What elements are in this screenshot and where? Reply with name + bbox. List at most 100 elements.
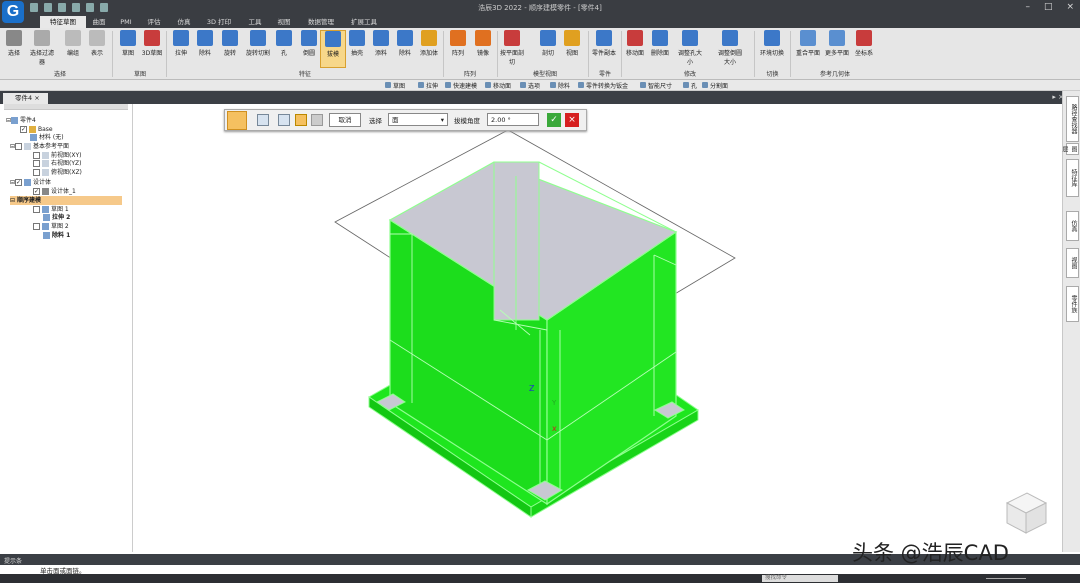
- preview-icon[interactable]: [311, 114, 323, 126]
- draft-angle-input[interactable]: 2.00 °: [487, 113, 539, 126]
- options-icon[interactable]: [257, 114, 269, 126]
- ribbon-button-17[interactable]: 阵列: [445, 30, 471, 57]
- draft-face-icon[interactable]: [295, 114, 307, 126]
- draft-step-icon[interactable]: [227, 111, 247, 130]
- ribbon-button-30[interactable]: 坐标系: [851, 30, 877, 57]
- ribbon-button-16[interactable]: 添加体: [416, 30, 442, 57]
- cmd-extrude[interactable]: 拉伸: [418, 81, 438, 90]
- tab-3d-print[interactable]: 3D 打印: [203, 16, 235, 28]
- tree-item-material[interactable]: 材料 (无): [30, 133, 64, 142]
- ribbon-button-25[interactable]: 调整孔大小: [677, 30, 703, 66]
- app-logo[interactable]: G: [2, 1, 24, 23]
- view-cube[interactable]: [1005, 492, 1048, 534]
- tab-tools[interactable]: 工具: [244, 16, 266, 28]
- plane-yz-checkbox[interactable]: [33, 160, 40, 167]
- tab-data-management[interactable]: 数据管理: [303, 16, 339, 28]
- tab-simulation-panel[interactable]: 仿真: [1066, 211, 1079, 241]
- ribbon-button-icon: [397, 30, 413, 46]
- ribbon-button-6[interactable]: 拉伸: [168, 30, 194, 57]
- document-tab[interactable]: 零件4 ×: [3, 93, 48, 104]
- ribbon-button-7[interactable]: 除料: [192, 30, 218, 57]
- select-face-icon[interactable]: [278, 114, 290, 126]
- ref-planes-checkbox[interactable]: [15, 143, 23, 150]
- ribbon-button-9[interactable]: 旋转切割: [245, 30, 271, 57]
- accept-icon[interactable]: ✓: [547, 113, 561, 127]
- panel-grip[interactable]: [4, 104, 128, 110]
- design-body-1-checkbox[interactable]: ✓: [33, 188, 40, 195]
- tree-item-sequential[interactable]: ⊟ 顺序建模: [10, 196, 122, 205]
- tab-pmi[interactable]: PMI: [116, 16, 136, 28]
- cmd-hole[interactable]: 孔: [683, 81, 697, 90]
- cancel-button[interactable]: 取消: [329, 113, 361, 127]
- ribbon-button-29[interactable]: 更多平面: [824, 30, 850, 57]
- tab-part-family[interactable]: 零件族: [1066, 286, 1079, 322]
- tab-evaluate[interactable]: 评估: [143, 16, 165, 28]
- ribbon-button-26[interactable]: 调整倒圆大小: [717, 30, 743, 66]
- cmd-cut[interactable]: 除料: [550, 81, 570, 90]
- base-checkbox[interactable]: ✓: [20, 126, 27, 133]
- ribbon-button-23[interactable]: 移动面: [622, 30, 648, 57]
- plane-xz-checkbox[interactable]: [33, 169, 40, 176]
- tab-simulation[interactable]: 仿真: [173, 16, 195, 28]
- ribbon-button-8[interactable]: 旋转: [217, 30, 243, 57]
- ribbon-button-4[interactable]: 草图: [115, 30, 141, 57]
- close-icon[interactable]: ×: [1066, 2, 1074, 12]
- cmd-smart-dimension[interactable]: 智能尺寸: [640, 81, 672, 90]
- cmd-quick-model[interactable]: 快速建模: [445, 81, 477, 90]
- ribbon-button-21[interactable]: 视图: [559, 30, 585, 57]
- sketch1-checkbox[interactable]: [33, 206, 40, 213]
- zoom-slider[interactable]: [986, 578, 1026, 579]
- graphics-viewport[interactable]: Z Y x: [134, 104, 1062, 552]
- ribbon-button-24[interactable]: 删除面: [647, 30, 673, 57]
- ribbon-button-28[interactable]: 重合平面: [795, 30, 821, 57]
- ribbon-button-5[interactable]: 3D草图: [139, 30, 165, 57]
- ribbon-button-10[interactable]: 孔: [271, 30, 297, 57]
- cmd-convert-sheet-metal[interactable]: 零件转换为钣金: [578, 81, 628, 90]
- ribbon-button-20[interactable]: 剖切: [535, 30, 561, 57]
- plane-xy-checkbox[interactable]: [33, 152, 40, 159]
- maximize-icon[interactable]: □: [1044, 2, 1053, 12]
- select-dropdown[interactable]: 面 ▾: [388, 113, 448, 126]
- design-body-checkbox[interactable]: ✓: [15, 179, 23, 186]
- ribbon-button-1[interactable]: 选择过滤器: [29, 30, 55, 66]
- tree-item-ref-planes[interactable]: ⊟ 基本参考平面: [10, 142, 69, 151]
- tree-item-design-body[interactable]: ⊟✓ 设计体: [10, 178, 51, 187]
- tree-item-plane-yz[interactable]: 右视图(YZ): [33, 159, 81, 168]
- cmd-split-face[interactable]: 分割面: [702, 81, 728, 90]
- tab-feature-sketch[interactable]: 特征草图: [40, 16, 86, 28]
- ribbon-button-13[interactable]: 抽壳: [344, 30, 370, 57]
- tab-path-finder[interactable]: 路径查找器: [1066, 96, 1079, 142]
- cmd-sketch[interactable]: 草图: [385, 81, 405, 90]
- minimize-icon[interactable]: –: [1025, 2, 1030, 12]
- ribbon-button-12[interactable]: 拔模: [320, 30, 346, 68]
- ribbon-button-3[interactable]: 表示: [84, 30, 110, 57]
- ribbon-button-18[interactable]: 镜像: [470, 30, 496, 57]
- tab-surface[interactable]: 曲面: [88, 16, 110, 28]
- tree-item-extrude2[interactable]: 拉伸 2: [43, 213, 70, 222]
- ribbon-button-22[interactable]: 零件副本: [591, 30, 617, 57]
- cmd-options[interactable]: 选项: [520, 81, 540, 90]
- ribbon-button-15[interactable]: 除料: [392, 30, 418, 57]
- tab-view-panel[interactable]: 视图: [1066, 248, 1079, 278]
- cmd-move-face[interactable]: 移动面: [485, 81, 511, 90]
- part-model[interactable]: Z Y x: [134, 104, 1062, 552]
- collapse-icon[interactable]: ⊟: [10, 197, 15, 204]
- sketch2-checkbox[interactable]: [33, 223, 40, 230]
- tab-extension-tools[interactable]: 扩展工具: [347, 16, 381, 28]
- tree-item-cut1[interactable]: 除料 1: [43, 231, 70, 240]
- tab-view[interactable]: 视图: [273, 16, 295, 28]
- tree-root[interactable]: ⊟ 零件4: [6, 116, 36, 125]
- tab-layers[interactable]: 图层: [1061, 143, 1079, 155]
- tree-item-sketch2[interactable]: 草图 2: [33, 222, 69, 231]
- tab-feature-library[interactable]: 特征库: [1066, 159, 1079, 197]
- ribbon-button-27[interactable]: 环境切换: [759, 30, 785, 57]
- tree-item-plane-xz[interactable]: 俯视图(XZ): [33, 168, 82, 177]
- ribbon-button-0[interactable]: 选择: [1, 30, 27, 57]
- document-tab-close-icon[interactable]: ×: [34, 94, 39, 102]
- ribbon-button-14[interactable]: 添料: [368, 30, 394, 57]
- tree-item-design-body-1[interactable]: ✓ 设计体_1: [33, 187, 76, 196]
- close-icon[interactable]: ×: [565, 113, 579, 127]
- ribbon-button-2[interactable]: 编组: [60, 30, 86, 57]
- ribbon-button-19[interactable]: 按平面剖切: [499, 30, 525, 66]
- ribbon-button-11[interactable]: 倒圆: [296, 30, 322, 57]
